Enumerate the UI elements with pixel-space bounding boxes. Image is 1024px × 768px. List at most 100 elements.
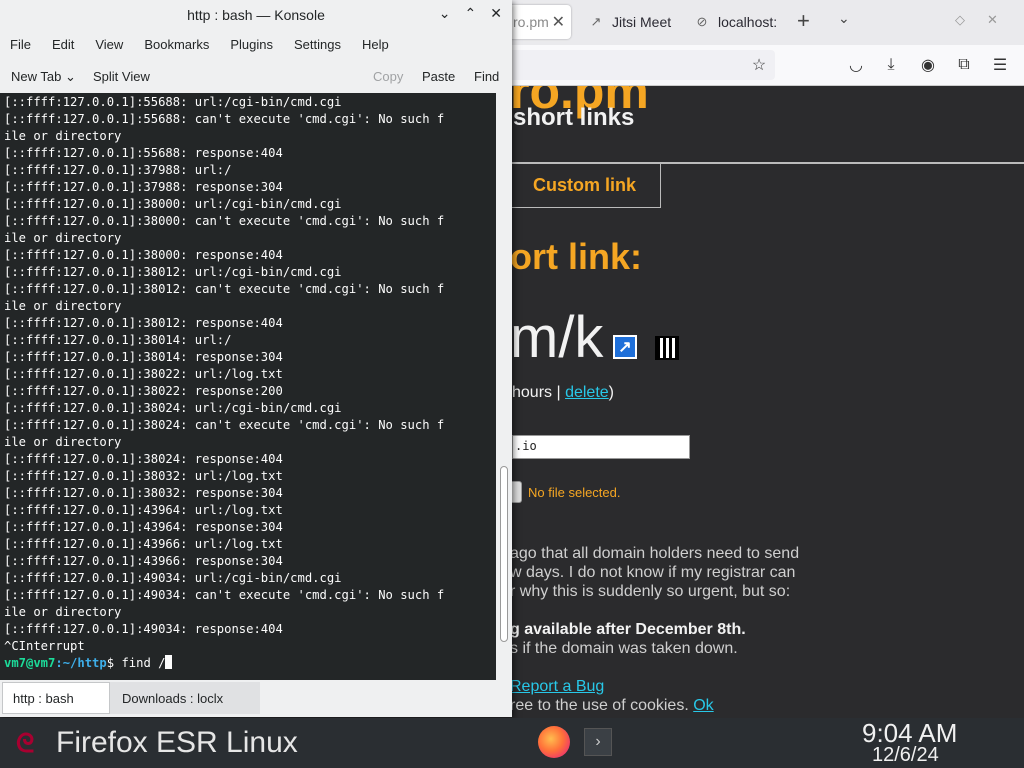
menu-edit[interactable]: Edit bbox=[42, 31, 85, 59]
menu-bookmarks[interactable]: Bookmarks bbox=[134, 31, 220, 59]
custom-link-tab[interactable]: Custom link bbox=[503, 164, 661, 208]
terminal-line: ^CInterrupt bbox=[4, 639, 85, 653]
tab-label: ro.pm bbox=[513, 14, 549, 30]
browser-tab-ro-pm[interactable]: ro.pm ✕ bbox=[505, 5, 571, 39]
browser-tab-localhost[interactable]: ⊘ localhost: bbox=[688, 5, 794, 39]
app-menu-icon[interactable]: ☰ bbox=[990, 55, 1010, 75]
url-bar[interactable] bbox=[505, 50, 775, 80]
delete-link[interactable]: delete bbox=[565, 384, 609, 401]
terminal-line: ile or directory bbox=[4, 231, 122, 245]
new-tab-label: New Tab bbox=[11, 69, 62, 84]
list-all-tabs-chevron-icon[interactable]: ⌄ bbox=[838, 10, 850, 27]
notice-sub-line: s if the domain was taken down. bbox=[510, 640, 738, 657]
menu-view[interactable]: View bbox=[85, 31, 134, 59]
expiry-close: ) bbox=[608, 384, 614, 401]
firefox-window-controls[interactable]: ◇✕ bbox=[955, 12, 1020, 28]
open-external-icon[interactable]: ↗ bbox=[613, 335, 637, 359]
terminal-line: [::ffff:127.0.0.1]:55688: can't execute … bbox=[4, 112, 445, 126]
konsole-titlebar[interactable]: http : bash — Konsole ⌄ ⌃ ✕ bbox=[0, 0, 512, 30]
terminal-line: [::ffff:127.0.0.1]:38014: response:304 bbox=[4, 350, 283, 364]
window-controls: ⌄ ⌃ ✕ bbox=[439, 5, 502, 22]
konsole-toolbar: New Tab ⌄ Split View Copy Paste Find bbox=[0, 61, 512, 92]
find-button[interactable]: Find bbox=[474, 69, 499, 84]
terminal-line: [::ffff:127.0.0.1]:38012: response:404 bbox=[4, 316, 283, 330]
expiry-text: hours | bbox=[512, 384, 566, 401]
konsole-window: http : bash — Konsole ⌄ ⌃ ✕ File Edit Vi… bbox=[0, 0, 512, 717]
file-status-text: No file selected. bbox=[528, 485, 621, 500]
download-icon[interactable]: ⤓ bbox=[881, 55, 901, 75]
cookie-text: ree to the use of cookies. bbox=[510, 697, 694, 714]
terminal-line: ile or directory bbox=[4, 299, 122, 313]
terminal-line: [::ffff:127.0.0.1]:49034: response:404 bbox=[4, 622, 283, 636]
close-tab-icon[interactable]: ✕ bbox=[552, 12, 565, 32]
qr-code-icon[interactable] bbox=[655, 336, 679, 360]
konsole-menubar: File Edit View Bookmarks Plugins Setting… bbox=[0, 31, 512, 59]
debian-logo-icon[interactable]: ᘓ bbox=[16, 728, 34, 760]
terminal-line: [::ffff:127.0.0.1]:43966: response:304 bbox=[4, 554, 283, 568]
chevron-down-icon: ⌄ bbox=[64, 69, 76, 84]
notice-bold-line: g available after December 8th. bbox=[510, 621, 746, 638]
terminal-line: [::ffff:127.0.0.1]:43966: url:/log.txt bbox=[4, 537, 283, 551]
terminal-line: ile or directory bbox=[4, 129, 122, 143]
terminal-line: [::ffff:127.0.0.1]:55688: url:/cgi-bin/c… bbox=[4, 95, 342, 109]
terminal-line: [::ffff:127.0.0.1]:37988: response:304 bbox=[4, 180, 283, 194]
new-tab-button[interactable]: New Tab ⌄ bbox=[11, 69, 76, 85]
terminal-line: [::ffff:127.0.0.1]:38000: can't execute … bbox=[4, 214, 445, 228]
tab-http-bash[interactable]: http : bash bbox=[2, 682, 110, 714]
site-tagline: short links bbox=[513, 104, 635, 131]
bookmark-star-icon[interactable]: ☆ bbox=[749, 55, 769, 75]
cookie-notice: ree to the use of cookies. Ok bbox=[510, 697, 714, 715]
terminal-line: [::ffff:127.0.0.1]:43964: response:304 bbox=[4, 520, 283, 534]
url-textarea[interactable]: .io bbox=[512, 435, 690, 459]
menu-settings[interactable]: Settings bbox=[284, 31, 352, 59]
report-bug-link[interactable]: Report a Bug bbox=[510, 678, 604, 696]
close-icon[interactable]: ✕ bbox=[490, 5, 502, 22]
notice-line: w days. I do not know if my registrar ca… bbox=[510, 564, 796, 581]
text-cursor bbox=[165, 655, 173, 669]
paste-button[interactable]: Paste bbox=[422, 69, 455, 84]
terminal-scrollbar[interactable] bbox=[496, 93, 512, 680]
konsole-tab-bar: http : bash Downloads : loclx bbox=[0, 680, 512, 717]
tab-downloads-loclx[interactable]: Downloads : loclx bbox=[110, 682, 260, 714]
terminal-line: [::ffff:127.0.0.1]:38000: response:404 bbox=[4, 248, 283, 262]
clock-date[interactable]: 12/6/24 bbox=[872, 744, 939, 767]
minimize-icon[interactable]: ⌄ bbox=[439, 5, 451, 22]
copy-button[interactable]: Copy bbox=[373, 69, 403, 84]
short-url-text: m/k bbox=[510, 305, 604, 370]
expiry-line: hours | delete) bbox=[512, 384, 614, 402]
terminal-line: [::ffff:127.0.0.1]:43964: url:/log.txt bbox=[4, 503, 283, 517]
terminal-line: [::ffff:127.0.0.1]:38024: can't execute … bbox=[4, 418, 445, 432]
terminal-line: [::ffff:127.0.0.1]:38012: url:/cgi-bin/c… bbox=[4, 265, 342, 279]
menu-help[interactable]: Help bbox=[352, 31, 400, 59]
prompt-symbol: $ bbox=[106, 656, 122, 670]
new-tab-plus-icon[interactable]: + bbox=[797, 10, 810, 32]
terminal-line: [::ffff:127.0.0.1]:38032: url:/log.txt bbox=[4, 469, 283, 483]
terminal-line: [::ffff:127.0.0.1]:38024: response:404 bbox=[4, 452, 283, 466]
terminal-line: [::ffff:127.0.0.1]:38012: can't execute … bbox=[4, 282, 445, 296]
menu-file[interactable]: File bbox=[0, 31, 42, 59]
terminal-line: [::ffff:127.0.0.1]:38014: url:/ bbox=[4, 333, 232, 347]
terminal-line: [::ffff:127.0.0.1]:55688: response:404 bbox=[4, 146, 283, 160]
prompt-path: :~/http bbox=[55, 656, 107, 670]
terminal-line: [::ffff:127.0.0.1]:38022: url:/log.txt bbox=[4, 367, 283, 381]
notice-line: r why this is suddenly so urgent, but so… bbox=[510, 583, 791, 600]
split-view-button[interactable]: Split View bbox=[93, 69, 150, 84]
terminal-line: [::ffff:127.0.0.1]:38024: url:/cgi-bin/c… bbox=[4, 401, 342, 415]
browser-tab-jitsi[interactable]: ↗ Jitsi Meet bbox=[582, 5, 688, 39]
prompt-line[interactable]: vm7@vm7:~/http$ find / bbox=[4, 655, 173, 672]
scrollbar-thumb[interactable] bbox=[500, 466, 508, 642]
terminal-output[interactable]: [::ffff:127.0.0.1]:55688: url:/cgi-bin/c… bbox=[0, 93, 496, 680]
command-text: find / bbox=[121, 656, 166, 670]
menu-plugins[interactable]: Plugins bbox=[220, 31, 284, 59]
terminal-line: [::ffff:127.0.0.1]:38032: response:304 bbox=[4, 486, 283, 500]
prompt-user: vm7@vm7 bbox=[4, 656, 56, 670]
cookie-ok-link[interactable]: Ok bbox=[693, 697, 713, 714]
show-desktop-icon[interactable]: › bbox=[584, 728, 612, 756]
pocket-icon[interactable]: ◡ bbox=[846, 55, 866, 75]
terminal-line: [::ffff:127.0.0.1]:38022: response:200 bbox=[4, 384, 283, 398]
extensions-icon[interactable]: ⧉ bbox=[954, 55, 974, 75]
firefox-icon[interactable] bbox=[538, 726, 570, 758]
account-icon[interactable]: ◉ bbox=[918, 55, 938, 75]
terminal-line: [::ffff:127.0.0.1]:49034: url:/cgi-bin/c… bbox=[4, 571, 342, 585]
maximize-icon[interactable]: ⌃ bbox=[465, 5, 477, 22]
